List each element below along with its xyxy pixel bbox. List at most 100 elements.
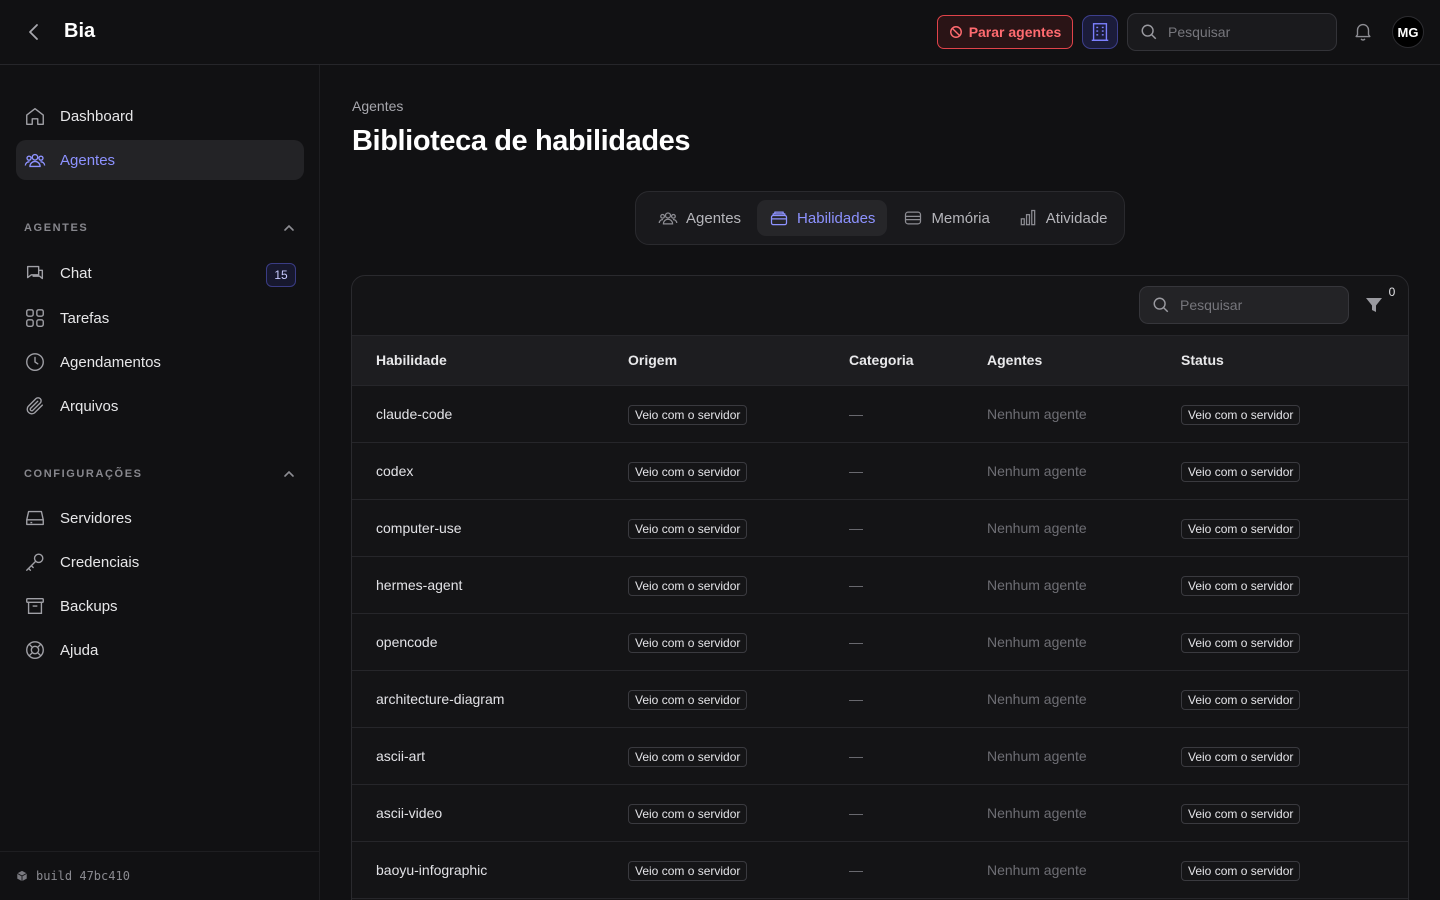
status-cell: Veio com o servidor [1157,499,1408,557]
tab-bar: Agentes Habilidades Memória Atividade [635,191,1125,245]
global-search-input[interactable] [1168,24,1308,40]
origin-badge: Veio com o servidor [628,804,748,824]
category-cell: — [825,841,963,899]
cube-icon [16,870,28,882]
sidebar-item-arquivos[interactable]: Arquivos [16,386,304,426]
table-search[interactable] [1139,286,1349,324]
status-cell: Veio com o servidor [1157,841,1408,899]
home-icon [24,105,46,127]
breadcrumb[interactable]: Agentes [352,98,403,114]
status-cell: Veio com o servidor [1157,727,1408,785]
sidebar-item-tarefas[interactable]: Tarefas [16,298,304,338]
lifebuoy-icon [24,639,46,661]
sidebar-item-label: Dashboard [60,107,134,125]
status-cell: Veio com o servidor [1157,385,1408,443]
agents-cell: Nenhum agente [963,556,1157,614]
status-badge: Veio com o servidor [1181,633,1301,653]
category-cell: — [825,784,963,842]
skill-name: codex [352,442,604,500]
column-header-habilidade[interactable]: Habilidade [352,336,604,386]
tab-label: Habilidades [797,209,876,227]
skill-name: opencode [352,613,604,671]
sidebar-item-chat[interactable]: Chat 15 [16,253,304,293]
table-row[interactable]: baoyu-infographic Veio com o servidor — … [352,841,1408,899]
column-header-agentes[interactable]: Agentes [963,336,1157,386]
status-cell: Veio com o servidor [1157,613,1408,671]
tab-label: Agentes [686,209,742,227]
section-toggle-configuracoes[interactable]: CONFIGURAÇÕES [24,464,296,484]
organization-button[interactable] [1082,15,1118,49]
origin-cell: Veio com o servidor [604,784,825,842]
status-badge: Veio com o servidor [1181,576,1301,596]
tab-memoria[interactable]: Memória [891,200,1001,236]
origin-badge: Veio com o servidor [628,747,748,767]
tab-atividade[interactable]: Atividade [1006,200,1120,236]
agents-cell: Nenhum agente [963,727,1157,785]
table-row[interactable]: ascii-video Veio com o servidor — Nenhum… [352,784,1408,842]
tab-agentes[interactable]: Agentes [646,200,753,236]
table-row[interactable]: hermes-agent Veio com o servidor — Nenhu… [352,556,1408,614]
build-label: build 47bc410 [36,869,130,883]
sidebar-item-ajuda[interactable]: Ajuda [16,630,304,670]
sidebar-item-agentes[interactable]: Agentes [16,140,304,180]
sidebar-item-label: Agentes [60,151,116,169]
sidebar-item-credenciais[interactable]: Credenciais [16,542,304,582]
sidebar-item-agendamentos[interactable]: Agendamentos [16,342,304,382]
top-bar: Bia Parar agentes MG [0,0,1440,65]
table-header-row: Habilidade Origem Categoria Agentes Stat… [352,336,1408,386]
sidebar-item-dashboard[interactable]: Dashboard [16,96,304,136]
status-badge: Veio com o servidor [1181,861,1301,881]
origin-badge: Veio com o servidor [628,519,748,539]
status-cell: Veio com o servidor [1157,442,1408,500]
status-badge: Veio com o servidor [1181,804,1301,824]
database-icon [903,208,923,228]
agents-cell: Nenhum agente [963,499,1157,557]
sidebar-item-servidores[interactable]: Servidores [16,498,304,538]
skill-name: ascii-video [352,784,604,842]
table-row[interactable]: computer-use Veio com o servidor — Nenhu… [352,499,1408,557]
section-title: AGENTES [24,222,89,234]
table-row[interactable]: claude-code Veio com o servidor — Nenhum… [352,385,1408,443]
paperclip-icon [24,395,46,417]
chat-icon [24,262,46,284]
origin-cell: Veio com o servidor [604,841,825,899]
table-row[interactable]: codex Veio com o servidor — Nenhum agent… [352,442,1408,500]
origin-badge: Veio com o servidor [628,462,748,482]
column-header-categoria[interactable]: Categoria [825,336,963,386]
sidebar-item-backups[interactable]: Backups [16,586,304,626]
global-search[interactable] [1127,13,1337,51]
search-icon [1152,296,1170,314]
skill-name: architecture-diagram [352,670,604,728]
table-row[interactable]: architecture-diagram Veio com o servidor… [352,670,1408,728]
category-cell: — [825,499,963,557]
status-badge: Veio com o servidor [1181,462,1301,482]
origin-cell: Veio com o servidor [604,556,825,614]
skill-name: computer-use [352,499,604,557]
back-arrow-icon[interactable] [22,20,46,44]
status-badge: Veio com o servidor [1181,405,1301,425]
skill-name: baoyu-infographic [352,841,604,899]
table-search-input[interactable] [1180,297,1320,313]
column-header-status[interactable]: Status [1157,336,1408,386]
table-row[interactable]: ascii-art Veio com o servidor — Nenhum a… [352,727,1408,785]
table-row[interactable]: opencode Veio com o servidor — Nenhum ag… [352,613,1408,671]
building-icon [1089,21,1111,43]
section-toggle-agentes[interactable]: AGENTES [24,218,296,238]
sidebar: Dashboard Agentes AGENTES Chat 15 Tarefa… [0,65,320,900]
agents-cell: Nenhum agente [963,385,1157,443]
origin-badge: Veio com o servidor [628,576,748,596]
grid-icon [24,307,46,329]
build-info: build 47bc410 [0,851,320,900]
agents-cell: Nenhum agente [963,784,1157,842]
origin-badge: Veio com o servidor [628,405,748,425]
agents-cell: Nenhum agente [963,442,1157,500]
user-avatar[interactable]: MG [1392,16,1424,48]
sidebar-item-label: Chat [60,264,92,282]
tab-habilidades[interactable]: Habilidades [757,200,888,236]
stop-agents-button[interactable]: Parar agentes [937,15,1073,49]
column-header-origem[interactable]: Origem [604,336,825,386]
section-title: CONFIGURAÇÕES [24,468,143,480]
tab-label: Atividade [1045,209,1108,227]
clock-icon [24,351,46,373]
notifications-bell-icon[interactable] [1352,20,1376,44]
